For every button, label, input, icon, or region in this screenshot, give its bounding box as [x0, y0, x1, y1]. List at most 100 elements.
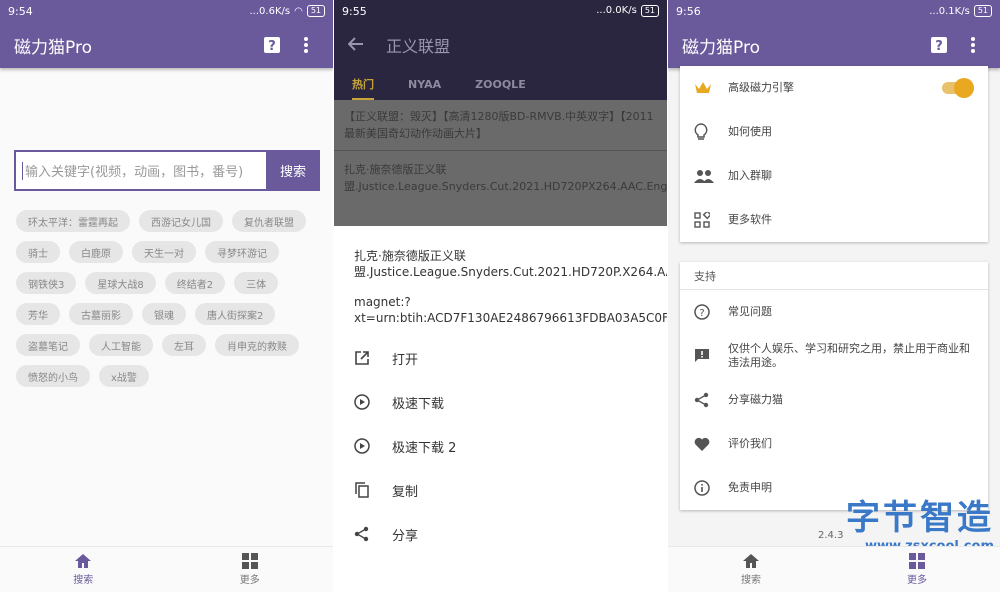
home-icon: [743, 554, 759, 568]
hot-tag[interactable]: 终结者2: [164, 272, 226, 294]
status-time: 9:54: [8, 4, 33, 18]
source-tabs: 热门 NYAA ZOOQLE: [334, 68, 667, 100]
action-fast-download[interactable]: 极速下载: [354, 380, 647, 424]
tab-zooqle[interactable]: ZOOQLE: [475, 78, 526, 91]
action-share[interactable]: 分享: [354, 512, 647, 556]
more-vert-icon[interactable]: [960, 32, 986, 58]
home-icon: [75, 554, 92, 568]
hot-tag[interactable]: 芳华: [16, 303, 60, 325]
action-label: 分享: [392, 528, 419, 544]
tab-nyaa[interactable]: NYAA: [408, 78, 441, 91]
hot-tag[interactable]: x战警: [99, 365, 149, 387]
nav-more-label: 更多: [907, 575, 927, 586]
hot-tag[interactable]: 肖申克的救赎: [215, 334, 299, 356]
status-bar: 9:54 ...0.6K/s ◠ 51: [0, 0, 333, 22]
menu-disclaimer-note[interactable]: 仅供个人娱乐、学习和研究之用，禁止用于商业和违法用途。: [680, 334, 988, 378]
hot-tag[interactable]: 环太平洋：雷霆再起: [16, 210, 130, 232]
hot-tag[interactable]: 愤怒的小鸟: [16, 365, 90, 387]
search-bar: 输入关键字(视频，动画，图书，番号) 搜索: [14, 150, 320, 191]
menu-advanced-engine[interactable]: 高级磁力引擎: [680, 66, 988, 110]
menu-join-group[interactable]: 加入群聊: [680, 154, 988, 198]
feedback-icon: [694, 348, 728, 364]
battery-icon: 51: [973, 5, 992, 17]
action-label: 复制: [392, 484, 419, 500]
hot-tag[interactable]: 白鹿原: [69, 241, 123, 263]
hot-tag[interactable]: 唐人街探案2: [195, 303, 276, 325]
share-icon: [354, 526, 392, 542]
action-copy[interactable]: 复制: [354, 468, 647, 512]
hot-tag[interactable]: 左耳: [162, 334, 206, 356]
hot-tag[interactable]: 天生一对: [132, 241, 196, 263]
net-speed: ...0.0K/s: [596, 5, 637, 16]
action-label: 打开: [392, 352, 419, 368]
more-screen: 9:56 ...0.1K/s 51 磁力猫Pro ? 高级磁力引擎 如何使用 加…: [668, 0, 1000, 592]
action-fast-download-2[interactable]: 极速下载 2: [354, 424, 647, 468]
hot-tag[interactable]: 银魂: [142, 303, 186, 325]
help-icon[interactable]: ?: [259, 32, 285, 58]
app-bar: 磁力猫Pro ?: [668, 22, 1000, 68]
battery-icon: 51: [306, 5, 325, 17]
help-circle-icon: ?: [694, 304, 728, 320]
action-label: 极速下载 2: [392, 440, 457, 456]
result-item[interactable]: 【正义联盟：毁灭】【高清1280版BD-RMVB.中英双字】【2011最新美国奇…: [334, 100, 667, 151]
hot-tag[interactable]: 盗墓笔记: [16, 334, 80, 356]
hot-tag[interactable]: 古墓丽影: [69, 303, 133, 325]
torrent-name: 扎克·施奈德版正义联盟.Justice.League.Snyders.Cut.2…: [354, 249, 667, 279]
hot-tag[interactable]: 三体: [234, 272, 279, 294]
crown-icon: [694, 81, 728, 95]
help-icon[interactable]: ?: [926, 32, 952, 58]
tab-hot[interactable]: 热门: [352, 76, 374, 100]
menu-faq[interactable]: ? 常见问题: [680, 290, 988, 334]
app-bar: 正义联盟: [334, 22, 667, 68]
svg-text:?: ?: [935, 39, 943, 54]
copy-icon: [354, 482, 392, 498]
svg-text:?: ?: [268, 39, 276, 54]
item-label: 常见问题: [728, 305, 772, 318]
play-circle-icon: [354, 394, 392, 410]
result-item[interactable]: 扎克·施奈德版正义联盟.Justice.League.Snyders.Cut.2…: [334, 151, 667, 203]
features-card: 高级磁力引擎 如何使用 加入群聊 更多软件: [680, 66, 988, 242]
hot-tag[interactable]: 人工智能: [89, 334, 153, 356]
hot-tag[interactable]: 骑士: [16, 241, 60, 263]
menu-rate[interactable]: 评价我们: [680, 422, 988, 466]
item-label: 更多软件: [728, 213, 772, 226]
status-bar: 9:55 ...0.0K/s 51: [334, 0, 667, 22]
svg-text:?: ?: [699, 308, 704, 319]
apps-icon: [694, 212, 728, 228]
hot-tag[interactable]: 钢铁侠3: [16, 272, 77, 294]
magnet-link: magnet:?xt=urn:btih:ACD7F130AE2486796613…: [354, 295, 667, 325]
app-title: 磁力猫Pro: [14, 37, 92, 58]
menu-more-apps[interactable]: 更多软件: [680, 198, 988, 242]
hot-tag[interactable]: 星球大战8: [85, 272, 156, 294]
nav-search[interactable]: 搜索: [668, 547, 834, 592]
search-button[interactable]: 搜索: [266, 150, 320, 191]
advanced-engine-toggle[interactable]: [942, 78, 974, 98]
search-placeholder: 输入关键字(视频，动画，图书，番号): [25, 165, 244, 180]
more-vert-icon[interactable]: [293, 32, 319, 58]
nav-search-label: 搜索: [741, 575, 761, 586]
back-arrow-icon[interactable]: [347, 36, 364, 55]
menu-how-to-use[interactable]: 如何使用: [680, 110, 988, 154]
support-header: 支持: [680, 262, 988, 290]
item-label: 仅供个人娱乐、学习和研究之用，禁止用于商业和违法用途。: [728, 342, 970, 369]
hot-tag[interactable]: 西游记女儿国: [139, 210, 223, 232]
nav-search[interactable]: 搜索: [0, 547, 167, 592]
watermark-title: 字节智造: [846, 498, 994, 538]
lightbulb-icon: [694, 123, 728, 141]
hot-tag[interactable]: 寻梦环游记: [205, 241, 279, 263]
nav-more-label: 更多: [239, 575, 260, 586]
dimmed-background[interactable]: 9:55 ...0.0K/s 51 正义联盟 热门 NYAA ZOOQLE 【正…: [334, 0, 667, 226]
hot-tag[interactable]: 复仇者联盟: [232, 210, 306, 232]
app-bar: 磁力猫Pro ?: [0, 22, 333, 68]
nav-more[interactable]: 更多: [167, 547, 334, 592]
page-title: 正义联盟: [386, 37, 451, 56]
menu-share[interactable]: 分享磁力猫: [680, 378, 988, 422]
group-icon: [694, 169, 728, 183]
grid-icon: [241, 553, 258, 569]
action-sheet: 扎克·施奈德版正义联盟.Justice.League.Snyders.Cut.2…: [334, 226, 667, 592]
status-time: 9:55: [342, 4, 367, 18]
search-input[interactable]: 输入关键字(视频，动画，图书，番号): [14, 150, 266, 191]
nav-more[interactable]: 更多: [834, 547, 1000, 592]
action-open[interactable]: 打开: [354, 336, 647, 380]
battery-icon: 51: [640, 5, 659, 17]
